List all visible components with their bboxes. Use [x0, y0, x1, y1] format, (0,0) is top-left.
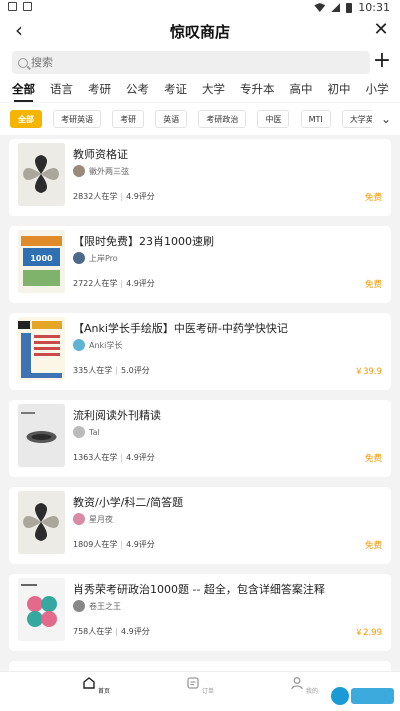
author-name: Anki学长 — [89, 340, 123, 350]
home-icon — [83, 677, 95, 689]
nav-orders-label: 订单 — [201, 688, 214, 695]
avatar — [73, 165, 85, 177]
price-label: ￥2.99 — [354, 628, 382, 638]
tab-certificate[interactable]: 考证 — [164, 76, 187, 102]
wifi-icon — [314, 3, 326, 12]
chip-kaoyan-english[interactable]: 考研英语 — [53, 110, 102, 128]
author-name: 卷王之王 — [89, 601, 121, 611]
orders-icon — [187, 677, 199, 689]
nav-mine-label: 我的 — [305, 688, 318, 695]
avatar — [73, 339, 85, 351]
tab-language[interactable]: 语言 — [50, 76, 73, 102]
price-label: ￥39.9 — [354, 367, 382, 377]
cover-image — [18, 317, 65, 380]
cover-image — [18, 578, 65, 641]
tab-middle-school[interactable]: 初中 — [328, 76, 351, 102]
chip-kaoyan-politics[interactable]: 考研政治 — [198, 110, 247, 128]
cover-image: 1000 — [18, 230, 65, 293]
product-title: 教师资格证 — [73, 148, 128, 161]
tab-high-school[interactable]: 高中 — [290, 76, 313, 102]
learner-count: 2722人在学 — [73, 279, 118, 288]
cover-image — [18, 404, 65, 467]
product-card[interactable]: 肖秀荣考研政治1000题 -- 超全，包含详细答案注释 卷王之王 758人在学 |… — [9, 574, 391, 651]
product-card[interactable]: 教师资格证 徽外两三弦 2832人在学 | 4.9评分 免费 — [9, 139, 391, 216]
subcategory-chips: 全部 考研英语 考研 英语 考研政治 中医 MTI 大学英语 ⌄ — [0, 103, 400, 135]
price-label: 免费 — [364, 280, 382, 290]
product-title: 教资/小学/科二/简答题 — [73, 496, 184, 509]
author-name: 上岸Pro — [89, 253, 118, 263]
rating: 4.9评分 — [126, 540, 155, 549]
tab-civil-exam[interactable]: 公考 — [126, 76, 149, 102]
product-card[interactable]: 1000 【限时免费】23肖1000速刷 上岸Pro 2722人在学 | 4.9评分… — [9, 226, 391, 303]
learner-count: 758人在学 — [73, 627, 113, 636]
rating: 4.9评分 — [120, 627, 150, 636]
tab-upgrade[interactable]: 专升本 — [240, 76, 275, 102]
app-header: ‹ 惊叹商店 ✕ — [0, 16, 400, 46]
bottom-nav: 首页 订单 我的 — [0, 671, 400, 711]
product-title: 【Anki学长手绘版】中医考研-中药学快快记 — [73, 322, 288, 335]
app-notification-icon — [23, 2, 32, 11]
cover-image — [18, 491, 65, 554]
add-icon[interactable]: + — [372, 49, 392, 73]
learner-count: 1809人在学 — [73, 540, 118, 549]
close-icon[interactable]: ✕ — [370, 19, 392, 41]
tab-primary[interactable]: 小学 — [366, 76, 389, 102]
chevron-down-icon[interactable]: ⌄ — [372, 103, 400, 135]
search-row: + — [0, 46, 400, 76]
nav-home-label: 首页 — [97, 688, 110, 695]
learner-count: 1363人在学 — [73, 453, 118, 462]
nav-mine[interactable]: 我的 — [284, 676, 324, 695]
chip-english[interactable]: 英语 — [155, 110, 188, 128]
status-bar: 10:31 — [0, 0, 400, 16]
nav-orders[interactable]: 订单 — [180, 676, 220, 695]
category-tabs: 全部 语言 考研 公考 考证 大学 专升本 高中 初中 小学 学前 — [0, 76, 400, 102]
author-name: 徽外两三弦 — [89, 166, 129, 176]
avatar — [73, 513, 85, 525]
cover-image — [18, 143, 65, 206]
product-card[interactable]: 【Anki学长手绘版】中医考研-中药学快快记 Anki学长 335人在学 | 5.0… — [9, 313, 391, 390]
author-name: Tal — [89, 427, 100, 437]
avatar — [73, 426, 85, 438]
signal-icon — [331, 3, 341, 12]
tab-all[interactable]: 全部 — [12, 76, 35, 102]
learner-count: 335人在学 — [73, 366, 113, 375]
rating: 4.9评分 — [126, 453, 155, 462]
chip-kaoyan[interactable]: 考研 — [112, 110, 145, 128]
avatar — [73, 252, 85, 264]
product-card[interactable]: 流利阅读外刊精读 Tal 1363人在学 | 4.9评分 免费 — [9, 400, 391, 477]
user-icon — [291, 677, 303, 690]
battery-icon — [346, 2, 353, 13]
search-input[interactable] — [31, 56, 331, 69]
price-label: 免费 — [364, 454, 382, 464]
learner-count: 2832人在学 — [73, 192, 118, 201]
page-title: 惊叹商店 — [169, 23, 230, 41]
tab-kaoyan[interactable]: 考研 — [88, 76, 111, 102]
rating: 5.0评分 — [120, 366, 150, 375]
product-title: 流利阅读外刊精读 — [73, 409, 161, 422]
svg-text:1000: 1000 — [30, 254, 53, 263]
chip-all[interactable]: 全部 — [10, 110, 42, 128]
product-title: 肖秀荣考研政治1000题 -- 超全，包含详细答案注释 — [73, 583, 325, 596]
price-label: 免费 — [364, 541, 382, 551]
tab-university[interactable]: 大学 — [202, 76, 225, 102]
author-name: 星月夜 — [89, 514, 113, 524]
rating: 4.9评分 — [126, 279, 155, 288]
price-label: 免费 — [364, 193, 382, 203]
chip-mti[interactable]: MTI — [300, 110, 331, 128]
search-icon — [18, 57, 28, 68]
product-title: 【限时免费】23肖1000速刷 — [73, 235, 214, 248]
rating: 4.9评分 — [126, 192, 155, 201]
image-notification-icon — [8, 2, 17, 11]
watermark-logo — [331, 687, 394, 705]
search-box[interactable] — [12, 51, 370, 74]
product-card[interactable]: 教资/小学/科二/简答题 星月夜 1809人在学 | 4.9评分 免费 — [9, 487, 391, 564]
chip-tcm[interactable]: 中医 — [257, 110, 290, 128]
notification-icons — [8, 2, 32, 11]
avatar — [73, 600, 85, 612]
nav-home[interactable]: 首页 — [76, 676, 116, 695]
status-time: 10:31 — [358, 1, 390, 14]
